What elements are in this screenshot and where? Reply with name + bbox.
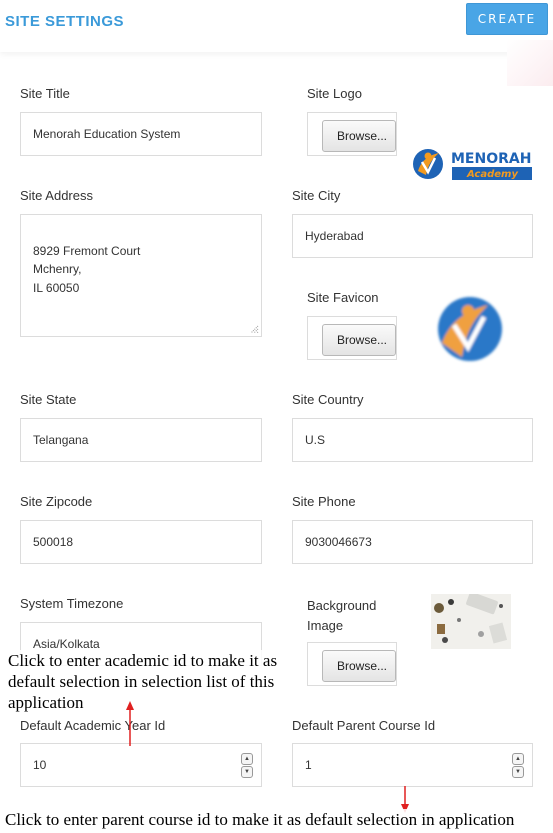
site-logo-label: Site Logo [307,86,362,101]
site-country-input[interactable]: U.S [292,418,533,462]
logo-text-menorah: MENORAH [451,151,531,167]
site-address-label: Site Address [20,188,93,203]
site-country-label: Site Country [292,392,364,407]
site-phone-label: Site Phone [292,494,356,509]
site-favicon-label: Site Favicon [307,290,379,305]
default-academic-year-label: Default Academic Year Id [20,718,166,733]
site-zipcode-input[interactable]: 500018 [20,520,262,564]
site-address-value: 8929 Fremont Court Mchenry, IL 60050 [33,243,141,295]
chevron-up-icon[interactable]: ▲ [512,753,524,765]
default-academic-year-value: 10 [33,758,47,772]
header-decoration [507,40,553,86]
favicon-logo-icon [438,297,502,361]
favicon-preview [432,291,510,365]
page-title: SITE SETTINGS [5,13,125,30]
default-parent-course-input[interactable]: 1 ▲ ▼ [292,743,533,787]
site-phone-input[interactable]: 9030046673 [292,520,533,564]
site-favicon-file-input[interactable]: Browse... [307,316,397,360]
site-title-input[interactable]: Menorah Education System [20,112,262,156]
site-zipcode-label: Site Zipcode [20,494,93,509]
background-image-label: Background Image [307,598,377,633]
background-image-preview [431,594,511,649]
desk-photo-icon [431,594,511,649]
site-city-label: Site City [292,188,341,203]
system-timezone-label: System Timezone [20,596,124,611]
chevron-down-icon[interactable]: ▼ [241,766,253,778]
default-parent-course-value: 1 [305,758,312,772]
up-arrow-icon [126,701,134,746]
default-parent-course-label: Default Parent Course Id [292,718,436,733]
parent-course-annotation: Click to enter parent course id to make … [5,809,553,830]
academic-year-stepper[interactable]: ▲ ▼ [241,753,253,778]
site-city-input[interactable]: Hyderabad [292,214,533,258]
default-academic-year-input[interactable]: 10 ▲ ▼ [20,743,262,787]
site-logo-file-input[interactable]: Browse... [307,112,397,156]
resize-grip-icon[interactable] [249,324,259,334]
site-title-label: Site Title [20,86,70,101]
create-button[interactable]: CREATE [466,3,548,35]
site-state-input[interactable]: Telangana [20,418,262,462]
academic-id-annotation: Click to enter academic id to make it as… [8,650,290,713]
menorah-logo-icon: MENORAH Academy [413,149,532,180]
logo-text-academy: Academy [466,169,518,180]
parent-course-stepper[interactable]: ▲ ▼ [512,753,524,778]
site-state-label: Site State [20,392,77,407]
site-address-textarea[interactable]: 8929 Fremont Court Mchenry, IL 60050 [20,214,262,337]
chevron-down-icon[interactable]: ▼ [512,766,524,778]
site-favicon-browse-button[interactable]: Browse... [322,324,396,356]
chevron-up-icon[interactable]: ▲ [241,753,253,765]
page-header: SITE SETTINGS CREATE [0,0,553,52]
site-logo-browse-button[interactable]: Browse... [322,120,396,152]
background-image-browse-button[interactable]: Browse... [322,650,396,682]
background-image-file-input[interactable]: Browse... [307,642,397,686]
menorah-logo: MENORAH Academy [412,145,536,185]
